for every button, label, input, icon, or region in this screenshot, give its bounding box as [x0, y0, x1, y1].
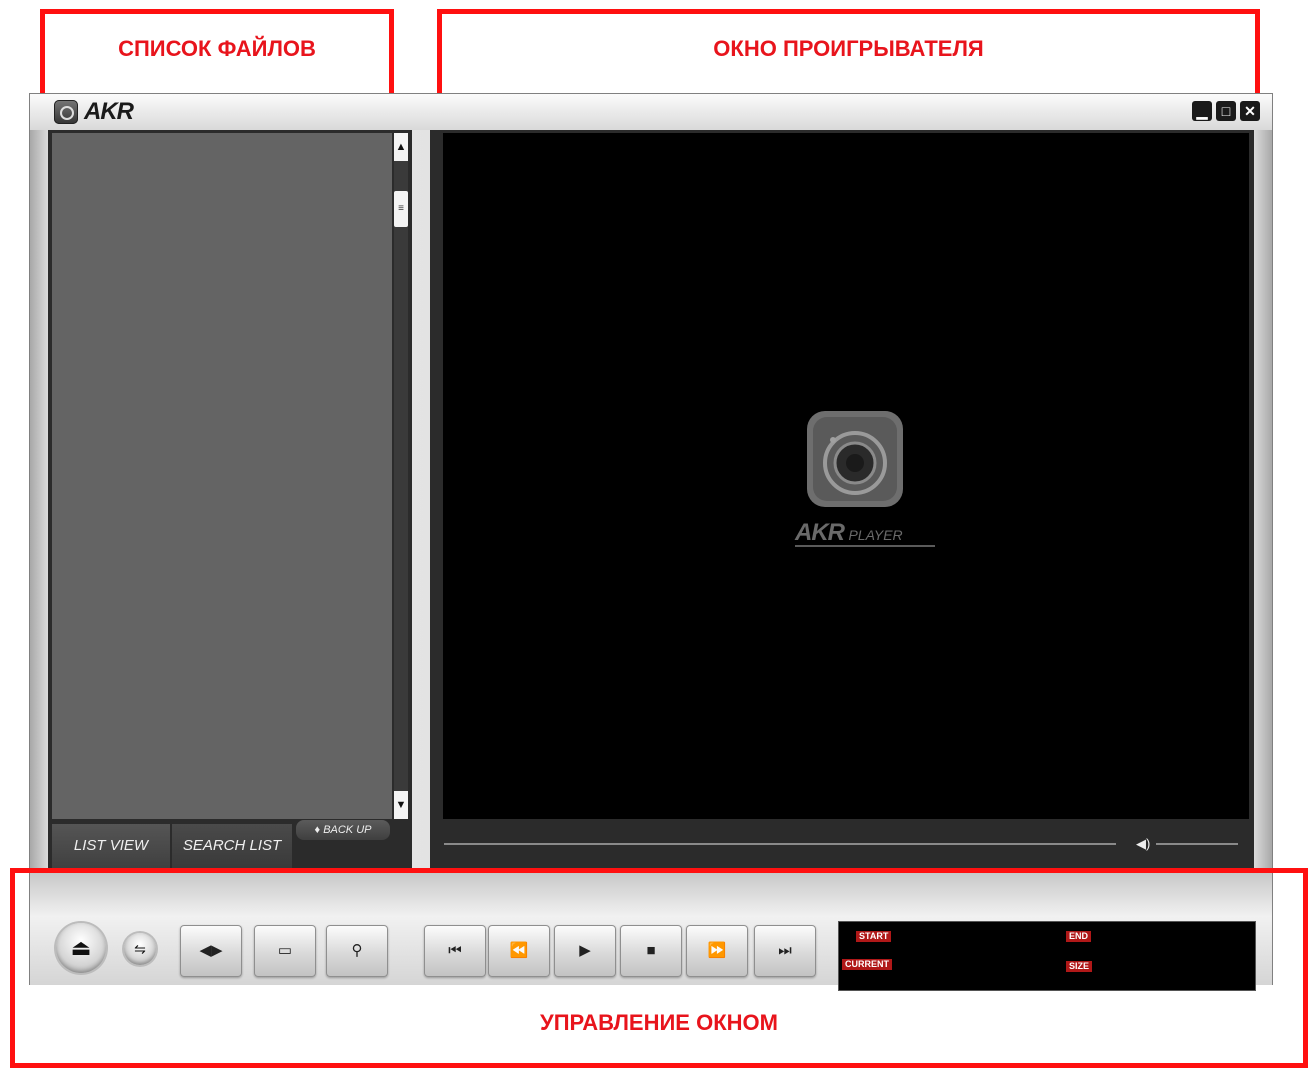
scroll-down-button[interactable]: ▼ — [394, 791, 408, 819]
akr-player-window: AKR ▁ □ ✕ ▲ ≡ ▼ LIST VIEW SEARCH LIST ♦ … — [30, 94, 1272, 991]
video-display[interactable]: AKR PLAYER — [443, 133, 1249, 819]
app-logo-icon — [54, 100, 78, 124]
file-list-scrollbar[interactable]: ▲ ≡ ▼ — [394, 133, 408, 819]
close-button[interactable]: ✕ — [1240, 101, 1260, 121]
seek-row: ◀) — [444, 834, 1250, 854]
window-control-annotation-label: УПРАВЛЕНИЕ ОКНОМ — [540, 1010, 778, 1035]
volume-slider[interactable] — [1156, 843, 1238, 845]
volume-icon[interactable]: ◀) — [1136, 836, 1150, 852]
player-panel: AKR PLAYER ◀) — [430, 130, 1254, 870]
tab-search-list[interactable]: SEARCH LIST — [172, 824, 292, 868]
file-list-panel: ▲ ≡ ▼ LIST VIEW SEARCH LIST ♦ BACK UP — [48, 130, 412, 870]
backup-label: BACK UP — [323, 824, 372, 836]
minimize-button[interactable]: ▁ — [1192, 101, 1212, 121]
scroll-thumb[interactable]: ≡ — [394, 191, 408, 227]
seek-bar[interactable] — [444, 843, 1116, 845]
splash-brand-akr: AKR — [795, 519, 845, 546]
file-list[interactable] — [52, 133, 392, 819]
window-control-annotation-box — [10, 868, 1308, 1068]
splash-brand-player: PLAYER — [848, 527, 903, 543]
title-bar[interactable]: AKR ▁ □ ✕ — [30, 94, 1272, 130]
scroll-up-button[interactable]: ▲ — [394, 133, 408, 161]
app-title: AKR — [84, 98, 134, 125]
maximize-button[interactable]: □ — [1216, 101, 1236, 121]
backup-pin-icon: ♦ — [314, 824, 324, 836]
tab-list-view[interactable]: LIST VIEW — [52, 824, 170, 868]
player-window-annotation-label: ОКНО ПРОИГРЫВАТЕЛЯ — [713, 36, 984, 61]
splash-brand: AKR PLAYER — [795, 519, 935, 547]
file-list-annotation-label: СПИСОК ФАЙЛОВ — [118, 36, 316, 61]
backup-button[interactable]: ♦ BACK UP — [296, 820, 390, 840]
